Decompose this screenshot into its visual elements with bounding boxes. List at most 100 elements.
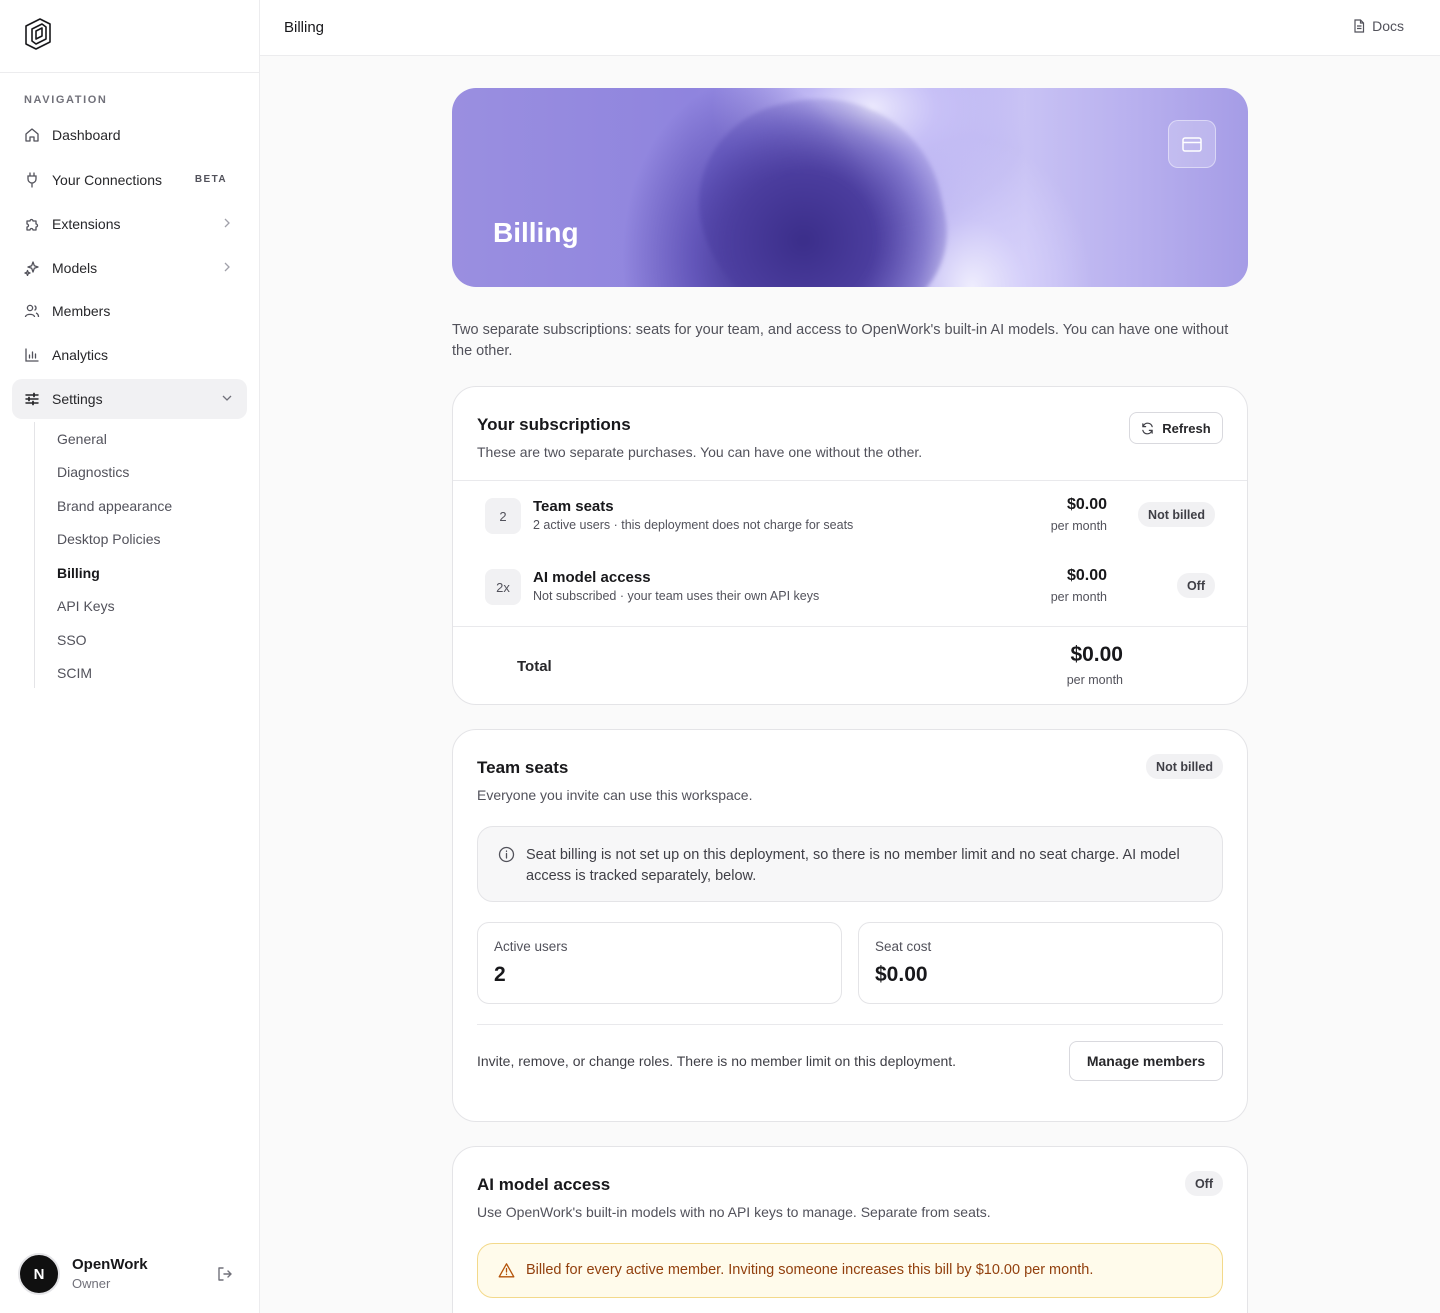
stat-label: Active users: [494, 939, 568, 954]
beta-badge: BETA: [194, 174, 227, 185]
multiplier-badge: 2x: [485, 569, 521, 605]
manage-members-button[interactable]: Manage members: [1069, 1041, 1223, 1081]
user-name: OpenWork: [72, 1256, 148, 1273]
settings-item-brand-appearance[interactable]: Brand appearance: [57, 498, 172, 514]
sidebar-item-label: Settings: [52, 391, 103, 407]
stat-value: 2: [494, 963, 506, 986]
bar-chart-icon: [24, 347, 40, 363]
refresh-label: Refresh: [1162, 420, 1211, 436]
sliders-icon: [24, 391, 40, 407]
user-profile: N OpenWork Owner: [18, 1253, 243, 1295]
subscription-price: $0.00: [1066, 496, 1107, 513]
divider: [453, 626, 1247, 627]
settings-item-scim[interactable]: SCIM: [57, 665, 92, 681]
logout-icon[interactable]: [216, 1265, 234, 1283]
card-subtitle: Everyone you invite can use this workspa…: [477, 787, 753, 803]
status-badge: Off: [1176, 573, 1215, 598]
subscription-description: 2 active users · this deployment does no…: [533, 518, 854, 532]
total-price: $0.00: [1070, 643, 1123, 666]
subscription-name: Team seats: [533, 498, 614, 515]
subscription-price: $0.00: [1066, 567, 1107, 584]
user-role: Owner: [72, 1276, 111, 1291]
puzzle-icon: [24, 216, 40, 232]
chevron-right-icon: [224, 218, 230, 228]
top-bar: Billing Docs: [260, 0, 1440, 56]
card-subtitle: These are two separate purchases. You ca…: [477, 444, 923, 460]
divider: [477, 1024, 1223, 1025]
chevron-down-icon: [222, 395, 232, 401]
subscription-row-ai-access: 2x AI model access Not subscribed · your…: [485, 567, 1215, 607]
sidebar-item-extensions[interactable]: Extensions: [12, 204, 247, 244]
settings-item-diagnostics[interactable]: Diagnostics: [57, 464, 129, 480]
seat-cost-stat: Seat cost $0.00: [858, 922, 1223, 1004]
sidebar-item-models[interactable]: Models: [12, 248, 247, 288]
settings-item-desktop-policies[interactable]: Desktop Policies: [57, 531, 161, 547]
avatar[interactable]: N: [18, 1253, 60, 1295]
intro-text: Two separate subscriptions: seats for yo…: [452, 322, 1229, 359]
status-badge: Not billed: [1138, 502, 1215, 527]
sidebar-item-analytics[interactable]: Analytics: [12, 335, 247, 375]
breadcrumb: Billing: [284, 19, 325, 36]
logo-area: [0, 0, 259, 73]
chevron-right-icon: [224, 262, 230, 272]
subscription-period: per month: [1050, 519, 1107, 533]
hero-banner: Billing: [452, 88, 1248, 287]
plug-icon: [24, 172, 40, 188]
sidebar-item-dashboard[interactable]: Dashboard: [12, 115, 247, 155]
page-title: Billing: [493, 217, 579, 248]
document-icon: [1354, 19, 1365, 33]
info-icon: [498, 846, 515, 863]
settings-item-billing[interactable]: Billing: [57, 565, 100, 581]
members-footnote: Invite, remove, or change roles. There i…: [477, 1053, 957, 1069]
team-seats-card: Team seats Not billed Everyone you invit…: [452, 729, 1248, 1122]
sidebar-item-connections[interactable]: Your Connections BETA: [12, 160, 247, 200]
sidebar-item-members[interactable]: Members: [12, 291, 247, 331]
subscription-description: Not subscribed · your team uses their ow…: [533, 589, 820, 603]
sparkles-icon: [24, 260, 40, 276]
users-icon: [24, 303, 40, 319]
settings-subnav: General Diagnostics Brand appearance Des…: [34, 422, 234, 688]
sidebar-item-label: Models: [52, 260, 98, 276]
settings-item-api-keys[interactable]: API Keys: [57, 598, 115, 614]
card-title: Team seats: [477, 758, 569, 777]
ai-access-card: AI model access Off Use OpenWork's built…: [452, 1146, 1248, 1313]
sidebar-item-settings[interactable]: Settings: [12, 379, 247, 419]
subscription-name: AI model access: [533, 569, 651, 586]
stat-value: $0.00: [875, 963, 928, 986]
credit-card-icon: [1168, 120, 1216, 168]
total-label: Total: [517, 658, 552, 675]
sidebar-item-label: Extensions: [52, 216, 121, 232]
warning-callout: Billed for every active member. Inviting…: [477, 1243, 1223, 1298]
home-icon: [24, 127, 40, 143]
refresh-icon: [1142, 422, 1154, 434]
info-text: Seat billing is not set up on this deplo…: [526, 847, 1180, 884]
nav-section-label: NAVIGATION: [24, 94, 108, 106]
sidebar: NAVIGATION Dashboard Your Connections BE…: [0, 0, 260, 1313]
card-title: AI model access: [477, 1175, 611, 1194]
warning-icon: [498, 1263, 515, 1278]
sidebar-item-label: Analytics: [52, 347, 109, 363]
refresh-button[interactable]: Refresh: [1129, 412, 1223, 444]
openwork-logo-icon[interactable]: [24, 17, 52, 56]
sidebar-item-label: Your Connections: [52, 172, 163, 188]
subscription-row-team-seats: 2 Team seats 2 active users · this deplo…: [485, 496, 1215, 536]
hero-decoration: [680, 88, 964, 287]
stat-label: Seat cost: [875, 939, 932, 954]
info-callout: Seat billing is not set up on this deplo…: [477, 826, 1223, 902]
docs-link[interactable]: Docs: [1352, 18, 1404, 34]
divider: [453, 480, 1247, 481]
status-badge: Not billed: [1146, 754, 1223, 779]
settings-item-general[interactable]: General: [57, 431, 107, 447]
sidebar-item-label: Dashboard: [52, 127, 121, 143]
docs-label: Docs: [1372, 18, 1404, 34]
settings-item-sso[interactable]: SSO: [57, 632, 87, 648]
card-subtitle: Use OpenWork's built-in models with no A…: [477, 1204, 991, 1220]
subscriptions-card: Your subscriptions These are two separat…: [452, 386, 1248, 705]
active-users-stat: Active users 2: [477, 922, 842, 1004]
card-title: Your subscriptions: [477, 415, 631, 434]
sidebar-item-label: Members: [52, 303, 111, 319]
warning-text: Billed for every active member. Inviting…: [526, 1262, 1094, 1278]
status-badge: Off: [1184, 1171, 1223, 1196]
seat-count-badge: 2: [485, 498, 521, 534]
total-period: per month: [1066, 673, 1123, 687]
